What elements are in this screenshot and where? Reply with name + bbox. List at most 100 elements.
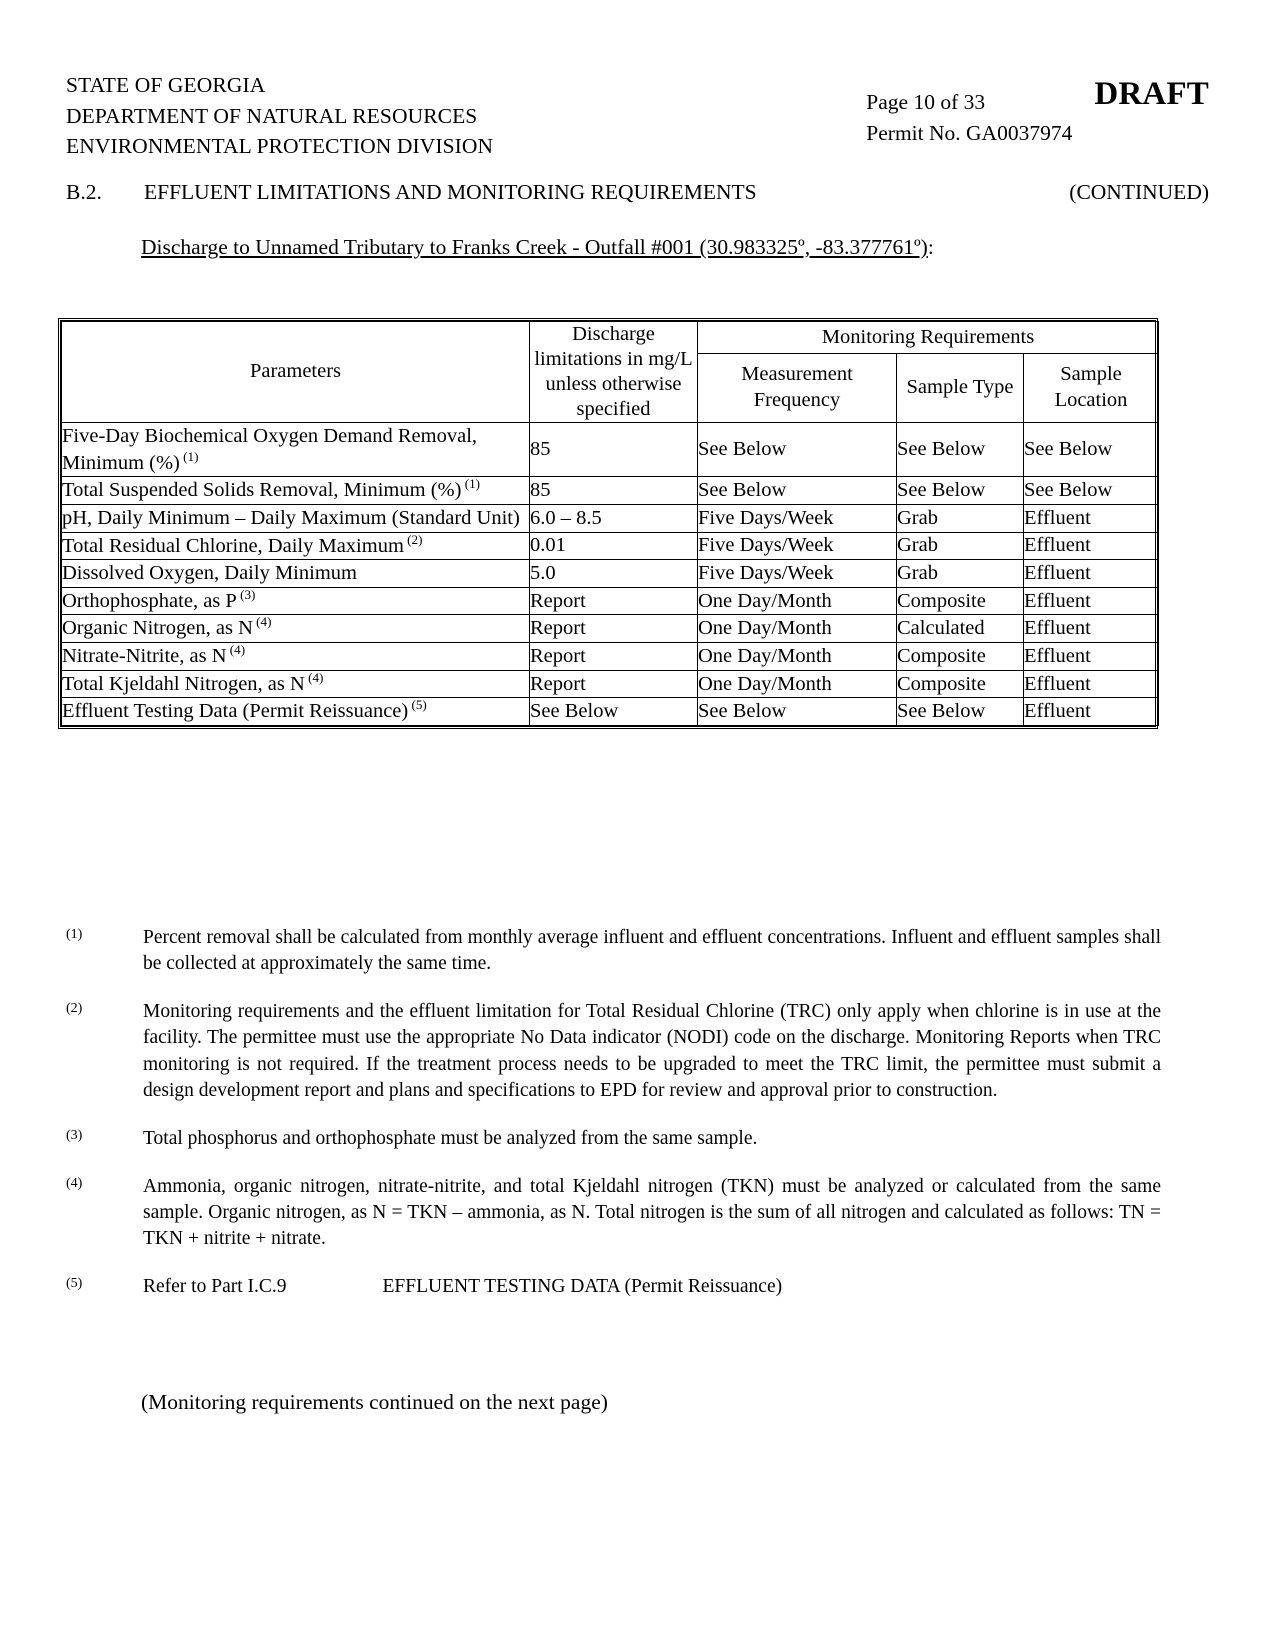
table-row: Effluent Testing Data (Permit Reissuance… bbox=[61, 697, 1160, 727]
footnotes-block: (1) Percent removal shall be calculated … bbox=[66, 925, 1161, 1322]
section-title: EFFLUENT LIMITATIONS AND MONITORING REQU… bbox=[144, 180, 757, 204]
cell-sample-type: Grab bbox=[896, 531, 1024, 561]
cell-frequency: See Below bbox=[697, 697, 897, 727]
cell-frequency: One Day/Month bbox=[697, 669, 897, 699]
cell-parameter: Effluent Testing Data (Permit Reissuance… bbox=[61, 697, 530, 727]
table-row: Orthophosphate, as P (3) Report One Day/Mo… bbox=[61, 586, 1160, 616]
cell-limit: Report bbox=[529, 586, 698, 616]
cell-parameter: Total Residual Chlorine, Daily Maximum (… bbox=[61, 531, 530, 561]
footnote-1-mark: (1) bbox=[66, 927, 83, 942]
cell-frequency: Five Days/Week bbox=[697, 503, 897, 533]
table-row: Five-Day Biochemical Oxygen Demand Remov… bbox=[61, 421, 1160, 478]
cell-sample-type: See Below bbox=[896, 421, 1024, 478]
cell-limit: 6.0 – 8.5 bbox=[529, 503, 698, 533]
continued-on-next-page-note: (Monitoring requirements continued on th… bbox=[141, 1390, 608, 1414]
cell-sample-type: Grab bbox=[896, 559, 1024, 588]
cell-limit: 85 bbox=[529, 421, 698, 478]
table-row: Dissolved Oxygen, Daily Minimum 5.0 Five D… bbox=[61, 559, 1160, 588]
cell-limit: 0.01 bbox=[529, 531, 698, 561]
cell-parameter: Orthophosphate, as P (3) bbox=[61, 586, 530, 616]
footnote-ref: (2) bbox=[403, 531, 423, 547]
cell-parameter: Nitrate-Nitrite, as N (4) bbox=[61, 642, 530, 671]
cell-sample-location: Effluent bbox=[1022, 559, 1160, 588]
cell-frequency: One Day/Month bbox=[697, 642, 897, 671]
footnote-4-text: Ammonia, organic nitrogen, nitrate-nitri… bbox=[143, 1175, 1161, 1250]
footnote-2-text: Monitoring requirements and the effluent… bbox=[143, 1001, 1161, 1101]
cell-limit: 85 bbox=[529, 476, 698, 505]
page-number: Page 10 of 33 bbox=[866, 90, 986, 114]
section-number: B.2. bbox=[66, 180, 102, 204]
cell-sample-type: Grab bbox=[896, 503, 1024, 533]
footnote-2-mark: (2) bbox=[66, 1001, 83, 1017]
table-row: Nitrate-Nitrite, as N (4) Report One Day/M… bbox=[61, 642, 1160, 671]
footnote-ref: (4) bbox=[252, 614, 272, 630]
footnote-3-mark: (3) bbox=[66, 1127, 83, 1143]
col-header-measurement-frequency: Measurement Frequency bbox=[697, 352, 897, 424]
document-page: STATE OF GEORGIA DEPARTMENT OF NATURAL R… bbox=[0, 0, 1275, 1650]
footnote-5-part2: EFFLUENT TESTING DATA (Permit Reissuance… bbox=[382, 1276, 783, 1298]
cell-sample-location: Effluent bbox=[1022, 614, 1160, 644]
footnote-5: (5) Refer to Part I.C.9 EFFLUENT TESTING … bbox=[66, 1274, 1161, 1300]
agency-line-2: DEPARTMENT OF NATURAL RESOURCES bbox=[66, 103, 478, 128]
effluent-limits-table: Parameters Discharge limitations in mg/L… bbox=[61, 321, 1160, 727]
footnote-ref: (1) bbox=[179, 448, 199, 464]
agency-line-3: ENVIRONMENTAL PROTECTION DIVISION bbox=[66, 134, 494, 159]
footnote-ref: (5) bbox=[408, 697, 427, 713]
permit-number: Permit No. GA0037974 bbox=[866, 120, 1073, 145]
footnote-5-part1: Refer to Part I.C.9 bbox=[143, 1276, 287, 1298]
table-body: Five-Day Biochemical Oxygen Demand Remov… bbox=[61, 421, 1160, 727]
cell-parameter: Total Kjeldahl Nitrogen, as N (4) bbox=[61, 669, 530, 699]
agency-line-1: STATE OF GEORGIA bbox=[66, 73, 266, 97]
cell-limit: Report bbox=[529, 669, 698, 699]
cell-sample-location: Effluent bbox=[1022, 503, 1160, 533]
page-header: STATE OF GEORGIA DEPARTMENT OF NATURAL R… bbox=[66, 70, 1209, 162]
section-continued-label: (CONTINUED) bbox=[1069, 180, 1209, 204]
footnote-ref: (4) bbox=[226, 642, 246, 658]
cell-limit: Report bbox=[529, 614, 698, 644]
cell-frequency: See Below bbox=[697, 421, 897, 478]
footnote-4-mark: (4) bbox=[66, 1175, 83, 1191]
cell-sample-type: See Below bbox=[896, 697, 1024, 727]
agency-block: STATE OF GEORGIA DEPARTMENT OF NATURAL R… bbox=[66, 70, 493, 162]
cell-limit: Report bbox=[529, 642, 698, 671]
footnote-2: (2) Monitoring requirements and the effl… bbox=[66, 999, 1161, 1104]
cell-sample-type: Composite bbox=[896, 586, 1024, 616]
col-header-monitoring-requirements: Monitoring Requirements bbox=[696, 321, 1160, 354]
cell-sample-type: Composite bbox=[896, 642, 1024, 671]
section-heading: B.2. EFFLUENT LIMITATIONS AND MONITORING … bbox=[66, 180, 1209, 205]
col-header-parameters: Parameters bbox=[61, 321, 530, 423]
cell-sample-type: See Below bbox=[896, 476, 1024, 505]
footnote-1: (1) Percent removal shall be calculated … bbox=[66, 925, 1161, 977]
col-header-sample-type: Sample Type bbox=[896, 352, 1024, 424]
footnote-1-text: Percent removal shall be calculated from… bbox=[143, 927, 1161, 975]
footnote-ref: (1) bbox=[461, 476, 481, 492]
outfall-subtitle: Discharge to Unnamed Tributary to Franks… bbox=[141, 235, 934, 260]
outfall-subtitle-suffix: : bbox=[927, 235, 934, 259]
table-header-row-1: Parameters Discharge limitations in mg/L… bbox=[61, 321, 1160, 423]
footnote-5-text: Refer to Part I.C.9 EFFLUENT TESTING DATA… bbox=[143, 1274, 1161, 1300]
cell-frequency: Five Days/Week bbox=[697, 559, 897, 588]
cell-sample-location: Effluent bbox=[1022, 586, 1160, 616]
draft-stamp: DRAFT bbox=[1094, 76, 1209, 112]
footnote-3: (3) Total phosphorus and orthophosphate … bbox=[66, 1126, 1161, 1152]
cell-sample-type: Composite bbox=[896, 669, 1024, 699]
cell-sample-type: Calculated bbox=[896, 614, 1024, 644]
table-row: Total Kjeldahl Nitrogen, as N (4) Report O… bbox=[61, 669, 1160, 699]
footnote-4: (4) Ammonia, organic nitrogen, nitrate-n… bbox=[66, 1174, 1161, 1252]
effluent-limits-table-wrapper: Parameters Discharge limitations in mg/L… bbox=[58, 318, 1160, 730]
table-row: Total Suspended Solids Removal, Minimum … bbox=[61, 476, 1160, 505]
cell-sample-location: See Below bbox=[1022, 476, 1160, 505]
cell-sample-location: See Below bbox=[1022, 421, 1160, 478]
footnote-ref: (3) bbox=[236, 587, 256, 603]
footnote-5-mark: (5) bbox=[66, 1276, 83, 1292]
cell-parameter: pH, Daily Minimum – Daily Maximum (Stand… bbox=[61, 503, 530, 533]
cell-parameter: Organic Nitrogen, as N (4) bbox=[61, 614, 530, 644]
col-header-discharge-limitations: Discharge limitations in mg/L unless oth… bbox=[529, 321, 698, 423]
cell-parameter: Five-Day Biochemical Oxygen Demand Remov… bbox=[61, 421, 530, 478]
cell-frequency: Five Days/Week bbox=[697, 531, 897, 561]
cell-parameter: Dissolved Oxygen, Daily Minimum bbox=[61, 559, 530, 588]
footnote-ref: (4) bbox=[304, 669, 324, 685]
cell-limit: 5.0 bbox=[529, 559, 698, 588]
table-row: pH, Daily Minimum – Daily Maximum (Stand… bbox=[61, 503, 1160, 533]
col-header-sample-location: Sample Location bbox=[1022, 352, 1160, 424]
